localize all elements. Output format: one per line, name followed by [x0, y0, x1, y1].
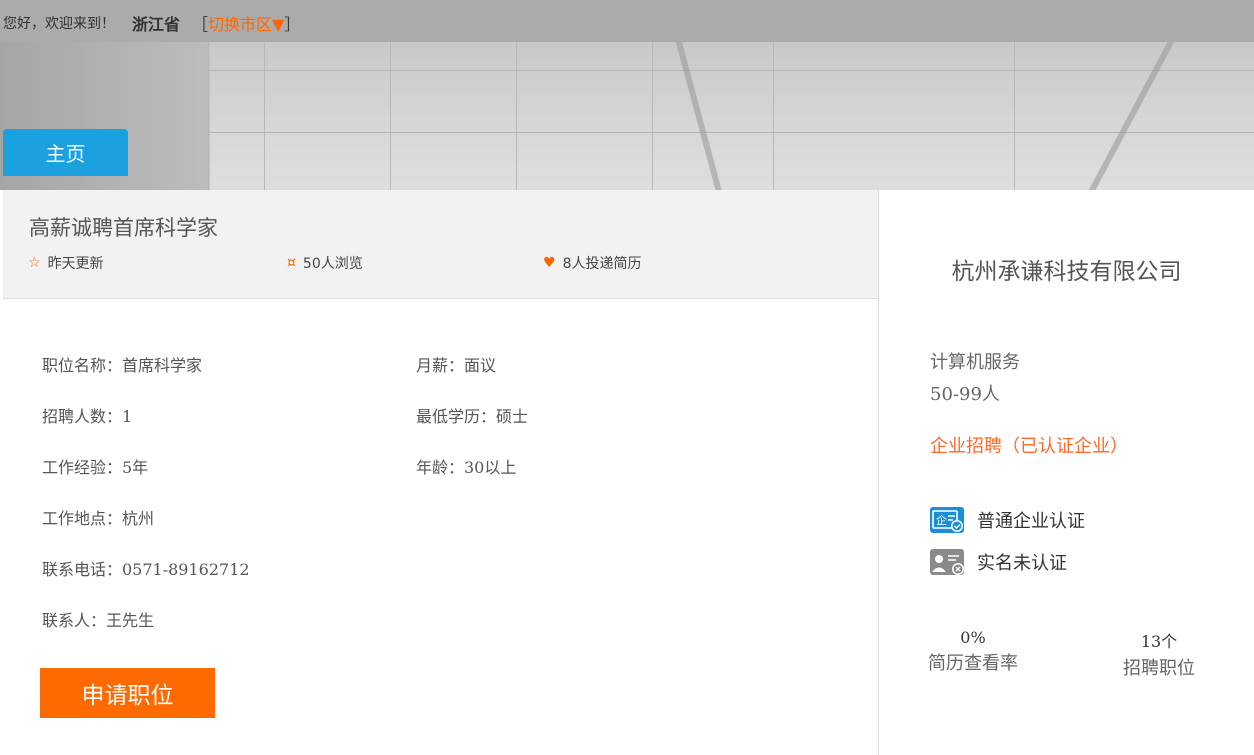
- headcount-field: 招聘人数：1: [42, 407, 133, 426]
- apply-button[interactable]: 申请职位: [40, 668, 215, 718]
- bracket-open: ［: [192, 15, 209, 34]
- realname-cert: 实名未认证: [929, 548, 1067, 576]
- tab-home[interactable]: 主页: [3, 129, 128, 176]
- resume-rate-value: 0%: [960, 628, 986, 647]
- job-detail-panel: 高薪诚聘首席科学家 ☆ 昨天更新 ¤ 50人浏览 ♥ 8人投递简历 职位名称：首…: [3, 190, 879, 755]
- resume-rate-label: 简历查看率: [928, 653, 1018, 674]
- updated-meta: ☆ 昨天更新: [28, 253, 104, 273]
- job-header: 高薪诚聘首席科学家 ☆ 昨天更新 ¤ 50人浏览 ♥ 8人投递简历: [3, 190, 878, 299]
- company-status: 企业招聘（已认证企业）: [930, 436, 1128, 457]
- salary-field: 月薪：面议: [416, 356, 497, 375]
- views-text: 50人浏览: [302, 256, 363, 272]
- switch-region: ［切换市区▼］: [192, 11, 300, 35]
- company-industry: 计算机服务: [930, 352, 1020, 373]
- applied-meta: ♥ 8人投递简历: [543, 253, 641, 273]
- business-cert-icon: 企: [930, 507, 964, 533]
- bracket-close: ］: [284, 15, 301, 34]
- positions-value: 13个: [1140, 632, 1178, 651]
- banner-image: [0, 42, 1254, 190]
- banner-window: [390, 42, 516, 190]
- updated-text: 昨天更新: [47, 256, 104, 272]
- switch-region-link[interactable]: 切换市区▼: [208, 15, 284, 34]
- banner-window: [516, 42, 652, 190]
- location-field: 工作地点：杭州: [42, 509, 155, 528]
- id-card-icon: [930, 549, 964, 575]
- province-label: 浙江省: [132, 15, 181, 34]
- star-icon: ☆: [28, 255, 41, 271]
- heart-icon: ♥: [543, 255, 556, 271]
- business-cert: 企 普通企业认证: [929, 506, 1085, 534]
- position-field: 职位名称：首席科学家: [42, 356, 203, 375]
- banner-window: [208, 42, 264, 190]
- education-field: 最低学历：硕士: [416, 407, 529, 426]
- company-panel: 杭州承谦科技有限公司 计算机服务 50-99人 企业招聘（已认证企业） 企 普通…: [879, 190, 1254, 755]
- applied-text: 8人投递简历: [562, 256, 642, 272]
- company-name[interactable]: 杭州承谦科技有限公司: [879, 252, 1254, 286]
- resume-rate-stat: 0% 简历查看率: [919, 628, 1027, 675]
- realname-cert-label: 实名未认证: [977, 553, 1067, 574]
- positions-label: 招聘职位: [1123, 658, 1195, 679]
- age-field: 年龄：30以上: [416, 458, 517, 477]
- views-meta: ¤ 50人浏览: [287, 253, 363, 273]
- positions-stat: 13个 招聘职位: [1115, 628, 1203, 680]
- business-cert-label: 普通企业认证: [977, 511, 1085, 532]
- greeting-text: 您好，欢迎来到！: [3, 16, 115, 32]
- banner-line: [208, 70, 1254, 71]
- job-title: 高薪诚聘首席科学家: [29, 216, 218, 240]
- top-bar: 您好，欢迎来到！ 浙江省 ［切换市区▼］: [0, 0, 1254, 42]
- views-icon: ¤: [287, 255, 296, 271]
- company-size: 50-99人: [930, 384, 1000, 405]
- experience-field: 工作经验：5年: [42, 458, 149, 477]
- svg-text:企: 企: [936, 513, 947, 527]
- banner-line: [208, 132, 1254, 133]
- contact-field: 联系人：王先生: [42, 611, 155, 630]
- banner-window: [264, 42, 390, 190]
- phone-field: 联系电话：0571-89162712: [42, 560, 250, 579]
- banner-window: [773, 42, 1014, 190]
